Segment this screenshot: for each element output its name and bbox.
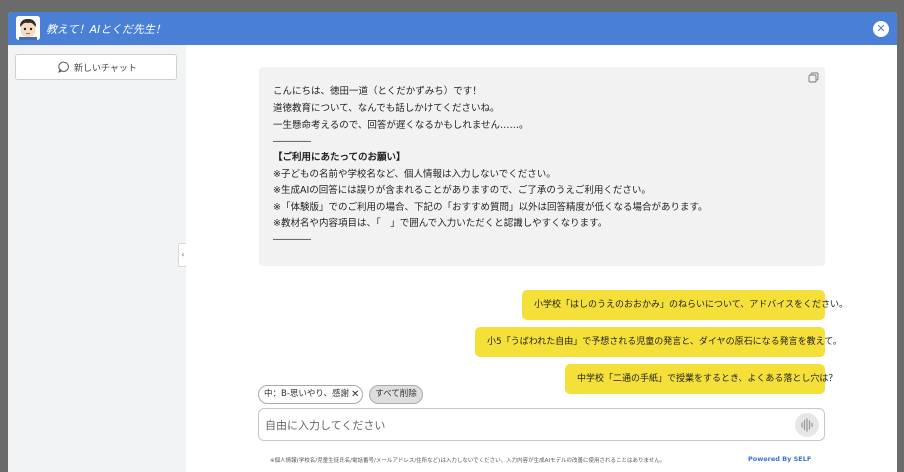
filter-tag: 中：B-思いやり、感謝 ✕ <box>258 385 363 404</box>
bot-message-line: ※「体験版」でのご利用の場合、下記の「おすすめ質問」以外は回答精度が低くなる場合… <box>273 202 708 213</box>
voice-input-button[interactable] <box>795 413 819 437</box>
suggested-question[interactable]: 小学校「はしのうえのおおかみ」のねらいについて、アドバイスをください。 <box>522 290 848 320</box>
bot-message-line: 道徳教育について、なんでも話しかけてくださいね。 <box>273 103 500 114</box>
chat-main: こんにちは、徳田一道（とくだかずみち）です！ 道徳教育について、なんでも話しかけ… <box>186 45 897 472</box>
chat-window: 教えて！AIとくだ先生！ ✕ 新しいチャット ‹ こんにちは、徳田一道（とくだか… <box>8 12 897 472</box>
new-chat-label: 新しいチャット <box>74 64 137 74</box>
app-title: 教えて！AIとくだ先生！ <box>46 23 166 36</box>
bot-message-line: こんにちは、徳田一道（とくだかずみち）です！ <box>273 86 482 97</box>
avatar-logo <box>16 16 40 40</box>
filter-tag-label: 中：B-思いやり、感謝 <box>264 389 350 399</box>
sidebar: 新しいチャット <box>8 45 186 472</box>
suggested-question[interactable]: 小5「うばわれた自由」で予想される児童の発言と、ダイヤの原石になる発言を教えて。 <box>475 327 842 357</box>
chat-bubble-icon <box>58 61 69 73</box>
bot-message-heading: 【ご利用にあたってのお願い】 <box>273 152 406 163</box>
chat-input-box <box>258 408 825 441</box>
close-icon: ✕ <box>876 22 886 35</box>
privacy-disclaimer: ※個人情報(学校名/児童生徒氏名/電話番号/メールアドレス/住所など)は入力しな… <box>270 458 666 464</box>
bot-message-line: ―――― <box>273 136 311 147</box>
chat-input[interactable] <box>265 415 785 435</box>
remove-tag-icon[interactable]: ✕ <box>351 386 359 403</box>
bot-message-line: ※教材名や内容項目は、「 」で囲んで入力いただくと認識しやすくなります。 <box>273 218 608 229</box>
powered-by-link[interactable]: Powered By SELF <box>748 455 811 463</box>
copy-icon[interactable] <box>808 72 819 83</box>
bot-message-line: ―――― <box>273 234 311 245</box>
bot-message-line: 一生懸命考えるので、回答が遅くなるかもしれません……。 <box>273 120 529 131</box>
title-bar: 教えて！AIとくだ先生！ ✕ <box>8 12 897 45</box>
suggested-question[interactable]: 中学校「二通の手紙」で授業をするとき、よくある落とし穴は？ <box>565 364 837 394</box>
bot-message: こんにちは、徳田一道（とくだかずみち）です！ 道徳教育について、なんでも話しかけ… <box>259 67 825 266</box>
voice-input-icon <box>801 418 813 432</box>
close-button[interactable]: ✕ <box>873 21 889 37</box>
bot-message-line: ※生成AIの回答には誤りが含まれることがありますので、ご了承のうえご利用ください… <box>273 185 651 196</box>
bot-message-line: ※子どもの名前や学校名など、個人情報は入力しないでください。 <box>273 169 556 180</box>
clear-all-button[interactable]: すべて削除 <box>369 385 423 404</box>
new-chat-button[interactable]: 新しいチャット <box>15 54 177 80</box>
